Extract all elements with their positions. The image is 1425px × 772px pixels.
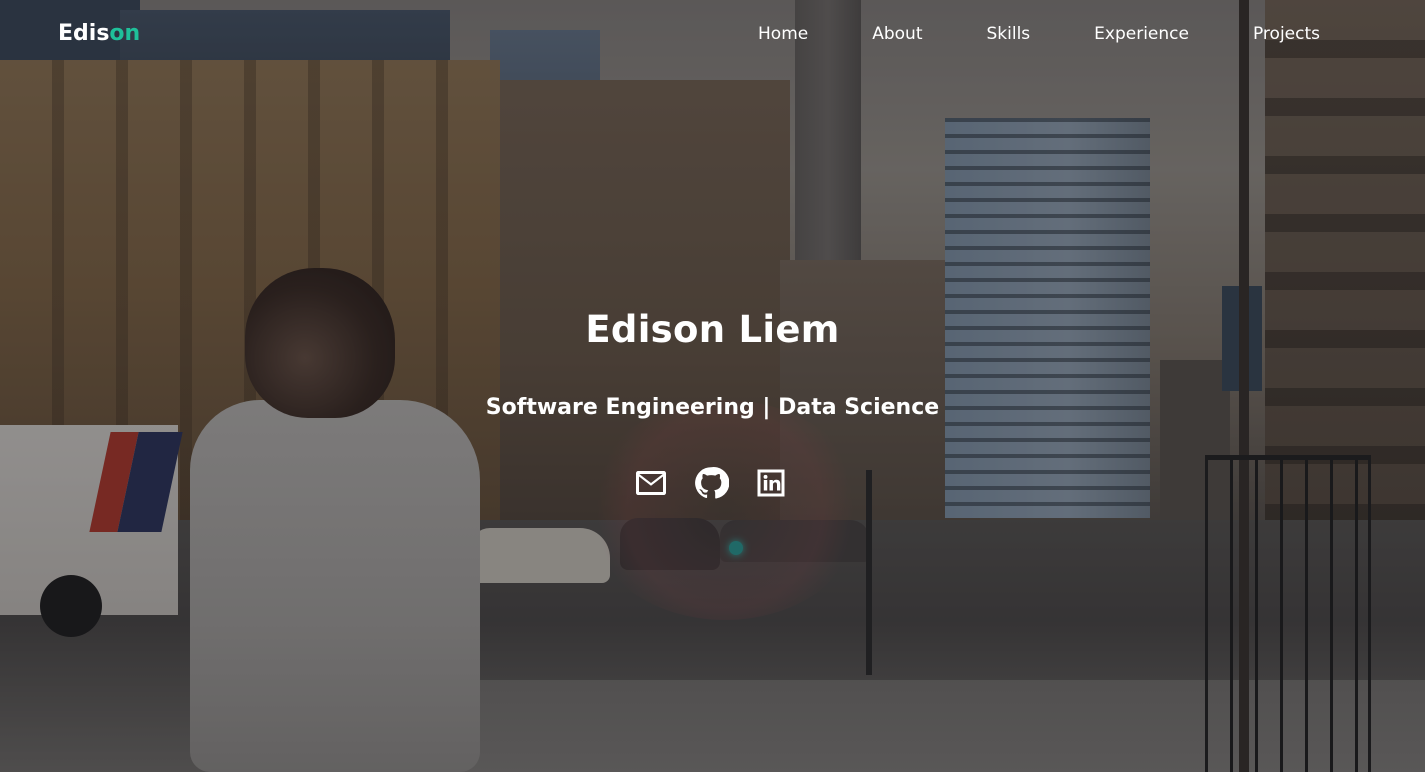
- linkedin-icon: [753, 465, 789, 506]
- nav-link-experience[interactable]: Experience: [1094, 24, 1189, 44]
- logo-text-main: Edis: [58, 21, 110, 46]
- github-icon: [693, 465, 730, 506]
- social-links: [632, 466, 790, 504]
- nav-link-about[interactable]: About: [872, 24, 922, 44]
- nav-link-projects[interactable]: Projects: [1253, 24, 1320, 44]
- nav-link-home[interactable]: Home: [758, 24, 808, 44]
- mail-icon: [633, 465, 669, 506]
- hero-name: Edison Liem: [585, 308, 840, 351]
- hero-tagline: Software Engineering | Data Science: [485, 395, 940, 420]
- site-logo[interactable]: Edison: [58, 21, 140, 46]
- hero-section: Edison Liem Software Engineering | Data …: [0, 300, 1425, 420]
- nav-link-skills[interactable]: Skills: [986, 24, 1030, 44]
- nav-links: Home About Skills Experience Projects: [758, 24, 1320, 44]
- logo-text-accent: on: [109, 21, 141, 46]
- top-navbar: Edison Home About Skills Experience Proj…: [0, 0, 1425, 70]
- github-link[interactable]: [692, 466, 730, 504]
- linkedin-link[interactable]: [752, 466, 790, 504]
- email-link[interactable]: [632, 466, 670, 504]
